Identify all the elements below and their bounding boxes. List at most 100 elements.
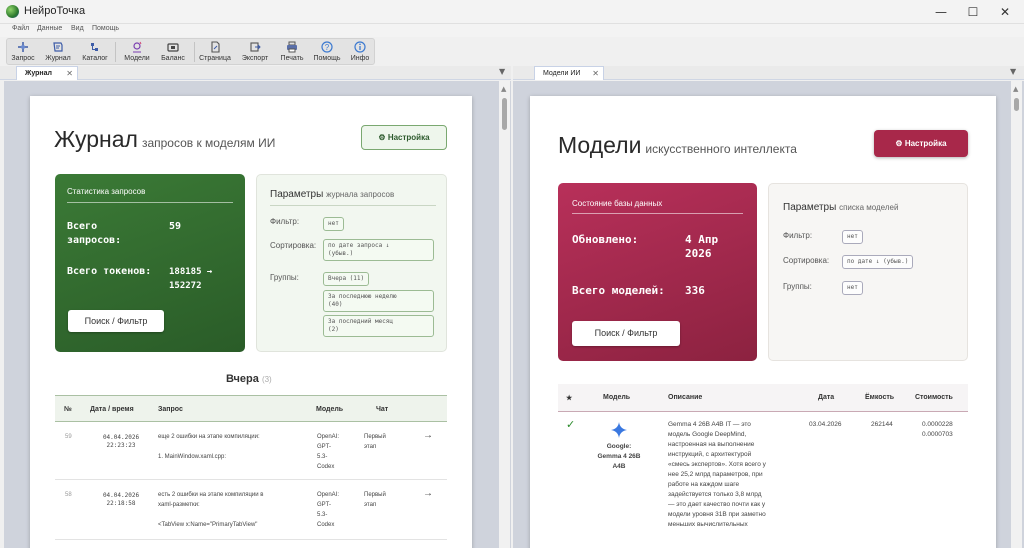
settings-button[interactable]: ⚙ Настройка (874, 130, 968, 157)
export-button[interactable]: Экспорт (239, 40, 271, 64)
menu-bar: Файл Данные Вид Помощь (0, 24, 1024, 37)
column-header: Дата / время (90, 406, 134, 413)
scroll-up-icon[interactable]: ▲ (1013, 85, 1018, 93)
stats-card: Статистика запросов Всего запросов: 59 В… (55, 174, 245, 352)
favorite-star-icon: ★ (566, 395, 573, 402)
sort-label: Сортировка: (270, 241, 317, 250)
models-params-card: Параметры списка моделей Фильтр: нет Сор… (768, 183, 968, 361)
chevron-down-icon[interactable]: ▼ (1010, 67, 1016, 76)
table-row[interactable]: ✓ Google: Gemma 4 26B A4B Gemma 4 26B A4… (558, 412, 968, 548)
groups-label: Группы: (783, 282, 812, 291)
balance-icon (167, 43, 179, 52)
print-icon (287, 41, 297, 53)
groups-label: Группы: (270, 273, 299, 282)
group-chip-week[interactable]: За последнюю неделю (40) (323, 290, 434, 312)
gemini-star-icon (611, 422, 627, 438)
toolbar: Запрос Журнал Каталог Модели Баланс Стра… (6, 38, 375, 65)
divider (270, 205, 436, 206)
table-row[interactable]: 59 04.04.2026 22:23:23 еще 2 ошибки на э… (55, 422, 447, 480)
models-pane: Модели искусственного интеллекта ⚙ Настро… (513, 81, 1024, 548)
models-icon (133, 41, 142, 53)
left-tab-strip: Журнал ✕ ▼ (0, 66, 511, 80)
journal-button[interactable]: Журнал (43, 40, 73, 64)
menu-view[interactable]: Вид (71, 25, 84, 32)
total-tokens-label: Всего токенов: (67, 266, 152, 277)
updated-value: 4 Апр 2026 (685, 233, 719, 260)
column-header: Стоимость (915, 394, 953, 401)
scroll-thumb[interactable] (502, 98, 507, 130)
right-tab-strip: Модели ИИ ✕ ▼ (513, 66, 1024, 80)
column-header: Запрос (158, 406, 183, 413)
filter-chip[interactable]: нет (323, 217, 344, 231)
models-scrollbar[interactable]: ▲ (1011, 81, 1022, 548)
info-button[interactable]: Инфо (347, 40, 373, 64)
stats-card-title: Статистика запросов (67, 187, 146, 196)
open-arrow-icon[interactable]: → (423, 489, 433, 499)
column-header: Дата (818, 394, 835, 401)
journal-params-card: Параметры журнала запросов Фильтр: нет С… (256, 174, 447, 352)
tab-models[interactable]: Модели ИИ ✕ (534, 66, 604, 80)
journal-icon (53, 42, 63, 52)
minimize-button[interactable]: — (926, 2, 956, 22)
menu-data[interactable]: Данные (37, 25, 62, 32)
filter-label: Фильтр: (783, 231, 813, 240)
filter-chip[interactable]: нет (842, 230, 863, 244)
total-models-value: 336 (685, 284, 705, 297)
close-button[interactable]: ✕ (990, 2, 1020, 22)
globe-icon (6, 5, 19, 18)
table-header: № Дата / время Запрос Модель Чат (55, 395, 447, 422)
page-title: Журнал запросов к моделям ИИ (54, 126, 276, 152)
table-row[interactable]: 58 04.04.2026 22:18:58 есть 2 ошибки на … (55, 480, 447, 540)
total-models-label: Всего моделей: (572, 284, 665, 297)
sort-chip[interactable]: по дате ↓ (убыв.) (842, 255, 914, 269)
journal-page: Журнал запросов к моделям ИИ ⚙ Настройка … (30, 96, 472, 548)
search-filter-button[interactable]: Поиск / Фильтр (68, 310, 164, 332)
section-title: Вчера (3) (226, 373, 272, 385)
sort-label: Сортировка: (783, 256, 830, 265)
total-requests-value: 59 (169, 221, 182, 232)
params-title: Параметры списка моделей (783, 202, 899, 213)
tab-journal[interactable]: Журнал ✕ (16, 66, 78, 80)
menu-help[interactable]: Помощь (92, 25, 119, 32)
journal-scrollbar[interactable]: ▲ (499, 81, 510, 548)
page-button[interactable]: Страница (198, 40, 232, 64)
export-icon (250, 42, 261, 52)
total-tokens-value: 188185 → 152272 (169, 267, 213, 291)
scroll-up-icon[interactable]: ▲ (501, 85, 506, 93)
group-chip-yesterday[interactable]: Вчера (11) (323, 272, 370, 286)
catalog-button[interactable]: Каталог (80, 40, 110, 64)
db-card-title: Состояние базы данных (572, 199, 663, 208)
table-header: ★ Модель Описание Дата Ёмкость Стоимость (558, 384, 968, 412)
db-status-card: Состояние базы данных Обновлено: 4 Апр 2… (558, 183, 757, 361)
check-icon[interactable]: ✓ (566, 420, 575, 431)
settings-button[interactable]: ⚙ Настройка (361, 125, 447, 150)
divider (572, 213, 743, 214)
request-button[interactable]: Запрос (9, 40, 37, 64)
open-arrow-icon[interactable]: → (423, 431, 433, 441)
maximize-button[interactable]: ☐ (958, 2, 988, 22)
print-button[interactable]: Печать (277, 40, 307, 64)
catalog-icon (91, 43, 98, 51)
group-chip-month[interactable]: За последний месяц (2) (323, 315, 434, 337)
filter-label: Фильтр: (270, 217, 300, 226)
balance-button[interactable]: Баланс (157, 40, 189, 64)
divider (67, 202, 233, 203)
total-requests-label: Всего запросов: (67, 221, 122, 246)
models-button[interactable]: Модели (120, 40, 154, 64)
menu-file[interactable]: Файл (12, 25, 29, 32)
close-icon[interactable]: ✕ (592, 67, 599, 80)
chevron-down-icon[interactable]: ▼ (499, 67, 505, 76)
search-filter-button[interactable]: Поиск / Фильтр (572, 321, 680, 346)
sort-chip[interactable]: по дате запроса ↓ (убыв.) (323, 239, 434, 261)
column-header: Модель (316, 406, 344, 413)
updated-label: Обновлено: (572, 233, 639, 246)
groups-chip[interactable]: нет (842, 281, 863, 295)
column-header: № (64, 406, 72, 413)
column-header: Ёмкость (865, 394, 895, 401)
scroll-thumb[interactable] (1014, 98, 1019, 111)
toolbar-separator (115, 42, 116, 62)
page-title: Модели искусственного интеллекта (558, 132, 797, 158)
close-icon[interactable]: ✕ (66, 67, 73, 80)
models-page: Модели искусственного интеллекта ⚙ Настро… (530, 96, 996, 548)
help-button[interactable]: ? Помощь (311, 40, 343, 64)
